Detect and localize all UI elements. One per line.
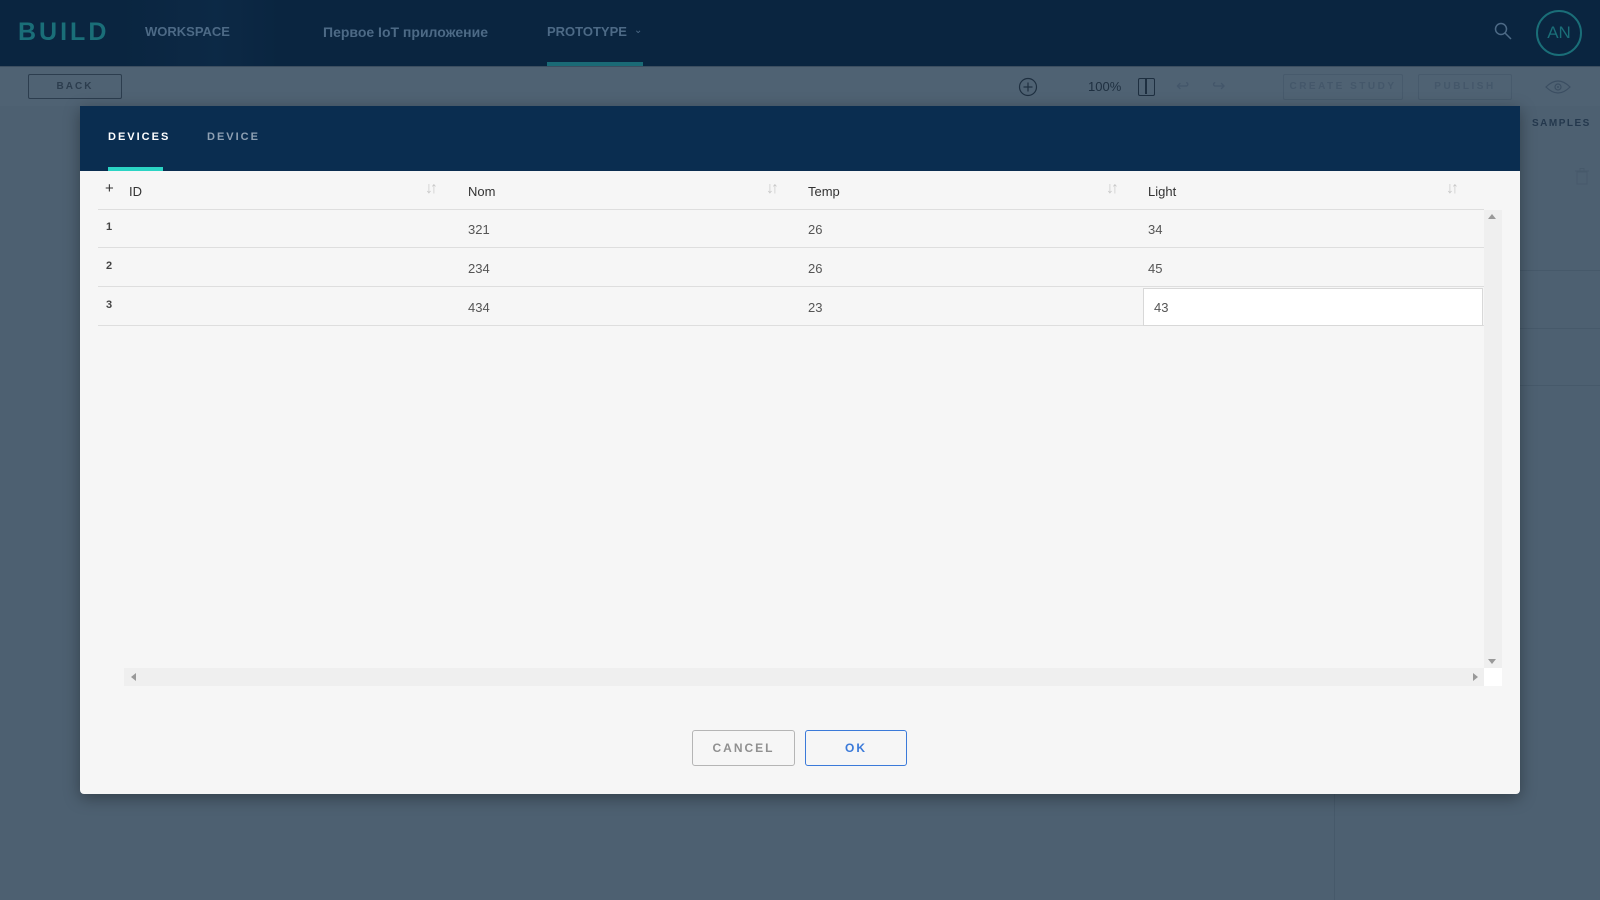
top-nav-bar: BUILD WORKSPACE Первое IoT приложение PR… — [0, 0, 1600, 66]
scroll-down-arrow-icon[interactable] — [1488, 659, 1496, 664]
sort-icon[interactable]: ↓↑ — [766, 180, 779, 198]
row-number: 2 — [106, 260, 113, 272]
row-number: 1 — [106, 221, 113, 233]
grid-header-row: + ID ↓↑ Nom ↓↑ Temp ↓↑ Light ↓↑ — [98, 172, 1484, 210]
user-avatar[interactable]: AN — [1536, 10, 1582, 56]
cell-temp[interactable]: 23 — [808, 300, 822, 315]
cell-light[interactable]: 45 — [1148, 261, 1162, 276]
zoom-in-icon[interactable] — [1018, 77, 1038, 97]
cell-light[interactable]: 34 — [1148, 222, 1162, 237]
search-icon[interactable] — [1494, 22, 1512, 40]
ok-button[interactable]: OK — [805, 730, 907, 766]
add-row-icon[interactable]: + — [105, 180, 114, 197]
dialog-header: DEVICES DEVICE — [80, 106, 1520, 171]
nav-app-name[interactable]: Первое IoT приложение — [323, 24, 488, 40]
cell-nom[interactable]: 234 — [468, 261, 490, 276]
data-editor-dialog: DEVICES DEVICE + ID ↓↑ Nom ↓↑ Temp ↓↑ Li… — [80, 106, 1520, 794]
panel-toggle-icon[interactable] — [1138, 78, 1155, 96]
app-logo[interactable]: BUILD — [18, 18, 109, 47]
nav-workspace[interactable]: WORKSPACE — [145, 24, 230, 39]
active-tab-indicator — [108, 167, 163, 171]
column-header-id[interactable]: ID — [129, 184, 142, 199]
column-header-light[interactable]: Light — [1148, 184, 1176, 199]
table-row[interactable]: 1 321 26 34 — [98, 210, 1484, 248]
cell-temp[interactable]: 26 — [808, 222, 822, 237]
cell-light-editor[interactable]: 43 — [1143, 288, 1483, 326]
chevron-down-icon[interactable]: ⌄ — [634, 25, 642, 36]
column-header-temp[interactable]: Temp — [808, 184, 840, 199]
cell-nom[interactable]: 434 — [468, 300, 490, 315]
scrollbar-corner — [1484, 668, 1502, 686]
horizontal-scrollbar[interactable] — [124, 668, 1484, 686]
sort-icon[interactable]: ↓↑ — [1106, 180, 1119, 198]
row-number: 3 — [106, 299, 113, 311]
redo-icon[interactable]: ↪ — [1212, 76, 1225, 96]
back-button[interactable]: BACK — [28, 74, 122, 99]
sort-icon[interactable]: ↓↑ — [1446, 180, 1459, 198]
toolbar: BACK 100% ↩ ↪ CREATE STUDY PUBLISH — [0, 66, 1600, 106]
table-row[interactable]: 2 234 26 45 — [98, 249, 1484, 287]
sort-icon[interactable]: ↓↑ — [425, 180, 438, 198]
undo-icon[interactable]: ↩ — [1176, 76, 1189, 96]
cancel-button[interactable]: CANCEL — [692, 730, 795, 766]
tab-device[interactable]: DEVICE — [207, 131, 260, 143]
samples-tab[interactable]: SAMPLES — [1532, 118, 1591, 129]
eye-icon[interactable] — [1545, 79, 1571, 95]
scroll-left-arrow-icon[interactable] — [131, 673, 136, 681]
create-study-button[interactable]: CREATE STUDY — [1283, 74, 1403, 100]
zoom-level: 100% — [1088, 79, 1122, 94]
cell-nom[interactable]: 321 — [468, 222, 490, 237]
table-row[interactable]: 3 434 23 43 — [98, 288, 1484, 326]
column-header-nom[interactable]: Nom — [468, 184, 495, 199]
vertical-scrollbar[interactable] — [1484, 210, 1502, 668]
cell-temp[interactable]: 26 — [808, 261, 822, 276]
tab-devices[interactable]: DEVICES — [108, 131, 170, 143]
publish-button[interactable]: PUBLISH — [1418, 74, 1512, 100]
nav-prototype[interactable]: PROTOTYPE — [547, 24, 627, 39]
scroll-up-arrow-icon[interactable] — [1488, 214, 1496, 219]
scroll-right-arrow-icon[interactable] — [1473, 673, 1478, 681]
trash-icon[interactable] — [1575, 168, 1589, 185]
